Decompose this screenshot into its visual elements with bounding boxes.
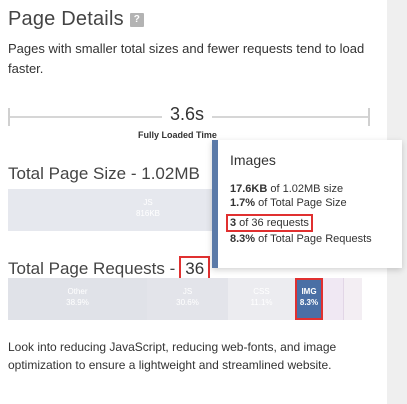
header: Page Details ? [8,8,144,31]
page-details-panel: Page Details ? Pages with smaller total … [0,0,407,404]
segment-label: Other [67,287,88,296]
tooltip-size-pct-line: 1.7% of Total Page Size [230,196,390,210]
segment-value: 8.3% [299,298,319,307]
request-segment-img[interactable]: IMG 8.3% [295,278,323,320]
tooltip-req-pct: 8.3% [230,233,256,245]
segment-label: JS [143,198,153,207]
recommendation-text: Look into reducing JavaScript, reducing … [8,340,337,372]
total-requests-title: Total Page Requests - [8,259,176,278]
tooltip-req-pct-line: 8.3% of Total Page Requests [230,232,390,246]
segment-value: 38.9% [66,298,89,307]
help-icon[interactable]: ? [129,12,144,27]
tooltip-req-pct-rest: of Total Page Requests [255,233,372,245]
request-segment-css[interactable]: CSS 11.1% [228,278,295,320]
request-segment-font[interactable] [323,278,343,320]
tooltip-size-pct: 1.7% [230,197,256,209]
size-segment-js[interactable]: JS 816KB [103,189,193,231]
fully-loaded-label: Fully Loaded Time [138,130,217,140]
segment-value: 816KB [135,209,161,218]
tooltip-size-line: 17.6KB of 1.02MB size [230,182,390,196]
page-size-bar[interactable]: JS 816KB [8,189,213,231]
tooltip-size-pct-rest: of Total Page Size [255,197,347,209]
tooltip-req-rest: of 36 requests [236,217,309,229]
description: Pages with smaller total sizes and fewer… [8,41,365,76]
fully-loaded-value: 3.6s [162,104,213,125]
segment-label: IMG [301,287,317,296]
request-segment-other-types[interactable] [343,278,362,320]
segment-value: 11.1% [250,298,273,307]
tooltip-title: Images [230,152,276,168]
tooltip-requests-line: 3 of 36 requests [226,214,313,232]
page-title: Page Details [8,8,124,30]
total-page-size-title: Total Page Size - 1.02MB [8,164,200,183]
tooltip-size-value: 17.6KB [230,183,268,195]
request-segment-other[interactable]: Other 38.9% [8,278,147,320]
segment-label: JS [182,287,193,296]
segment-label: CSS [253,287,270,296]
page-requests-bar[interactable]: Other 38.9% JS 30.6% CSS 11.1% IMG 8.3% [8,278,362,320]
timeline-start-cap [8,108,10,126]
timeline-end-cap [368,108,370,126]
segment-value: 30.6% [176,298,199,307]
tooltip-size-rest: of 1.02MB size [267,183,344,195]
images-tooltip: Images 17.6KB of 1.02MB size 1.7% of Tot… [212,140,402,268]
request-segment-js[interactable]: JS 30.6% [147,278,228,320]
